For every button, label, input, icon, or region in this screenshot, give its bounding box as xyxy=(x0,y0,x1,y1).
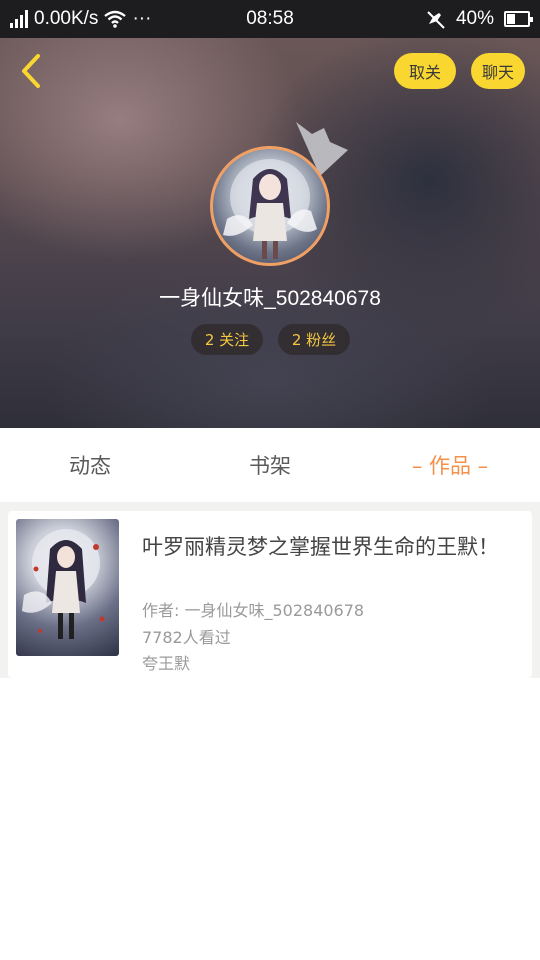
tab-works[interactable]: – 作品 – xyxy=(360,428,540,502)
chevron-left-icon xyxy=(22,54,40,88)
username: 一身仙女味_502840678 xyxy=(159,287,381,310)
tab-activity[interactable]: 动态 xyxy=(0,428,180,502)
book-title: 叶罗丽精灵梦之掌握世界生命的王默！ xyxy=(142,535,499,559)
avatar-image xyxy=(210,146,330,266)
empty-area xyxy=(0,678,540,960)
mute-icon xyxy=(427,11,445,29)
tab-bookshelf[interactable]: 书架 xyxy=(180,428,360,502)
chat-button[interactable]: 聊天 xyxy=(471,53,525,89)
profile-tabs: 动态 书架 – 作品 – xyxy=(0,428,540,502)
following-count[interactable]: 2 关注 xyxy=(191,324,263,355)
book-views: 7782人看过 xyxy=(142,628,231,647)
profile-header: 0.00K/s ··· 08:58 40% 取关 聊天 一身仙女味_502840… xyxy=(0,0,540,428)
back-button[interactable] xyxy=(14,50,48,92)
clock: 08:58 xyxy=(246,8,294,29)
avatar[interactable] xyxy=(210,146,330,266)
battery-percent: 40% xyxy=(455,8,494,29)
fans-count[interactable]: 2 粉丝 xyxy=(278,324,350,355)
status-bar: 0.00K/s ··· 08:58 40% xyxy=(0,0,540,38)
unfollow-button[interactable]: 取关 xyxy=(394,53,456,89)
book-author: 作者: 一身仙女味_502840678 xyxy=(142,601,365,620)
list-item[interactable]: 叶罗丽精灵梦之掌握世界生命的王默！ 作者: 一身仙女味_502840678 77… xyxy=(8,511,532,678)
battery-icon xyxy=(504,11,533,27)
book-tag: 夸王默 xyxy=(142,654,191,673)
book-cover xyxy=(16,519,119,656)
